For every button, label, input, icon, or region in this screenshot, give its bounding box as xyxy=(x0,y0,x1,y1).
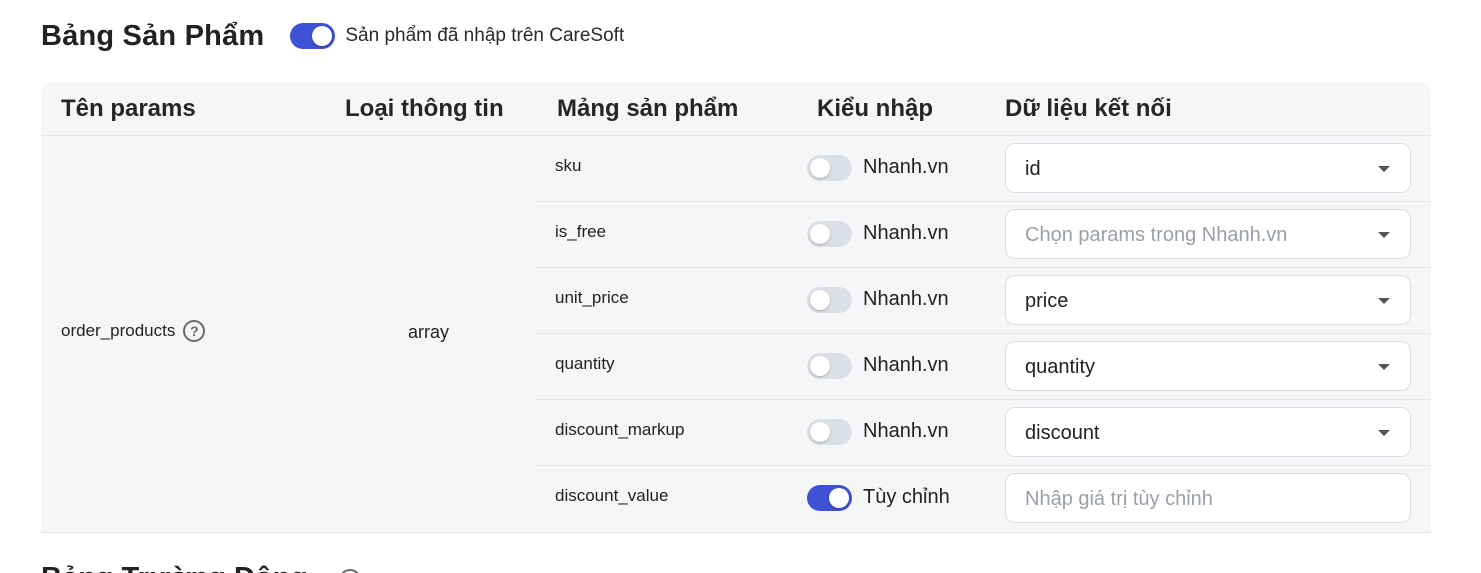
table-row: sku Nhanh.vn id xyxy=(535,136,1431,202)
placeholder-text: Chọn params trong Nhanh.vn xyxy=(1025,224,1288,246)
toggle-knob xyxy=(810,224,830,244)
input-mode-toggle[interactable] xyxy=(807,287,852,313)
table-header: Tên params Loại thông tin Mảng sản phẩm … xyxy=(41,82,1431,136)
input-mode-label: Tùy chỉnh xyxy=(863,486,950,508)
column-header-input-mode: Kiểu nhập xyxy=(817,95,934,122)
selected-value: discount xyxy=(1025,422,1100,444)
help-icon[interactable]: ? xyxy=(183,320,206,342)
input-mode-toggle[interactable] xyxy=(807,485,852,511)
selected-value: quantity xyxy=(1025,356,1096,378)
field-name: discount_value xyxy=(555,486,669,505)
section-header: Bảng Sản Phẩm Sản phẩm đã nhập trên Care… xyxy=(41,16,624,56)
field-name: sku xyxy=(555,156,582,175)
input-mode-toggle[interactable] xyxy=(807,353,852,379)
column-header-param-name: Tên params xyxy=(61,95,196,122)
column-header-product-array: Mảng sản phẩm xyxy=(557,95,739,122)
selected-value: price xyxy=(1025,290,1069,312)
column-header-linked-data: Dữ liệu kết nối xyxy=(1005,95,1172,122)
selected-value: id xyxy=(1025,158,1041,180)
caret-down-icon xyxy=(1378,232,1390,238)
product-field-rows: sku Nhanh.vn id is_free Nhanh.vn Chọn params … xyxy=(535,136,1431,532)
field-name: discount_markup xyxy=(555,420,685,439)
toggle-knob xyxy=(810,290,830,310)
input-mode-toggle[interactable] xyxy=(807,155,852,181)
placeholder-text: Nhập giá trị tùy chỉnh xyxy=(1025,488,1213,510)
table-row: is_free Nhanh.vn Chọn params trong Nhanh.v… xyxy=(535,202,1431,268)
table-row: discount_markup Nhanh.vn discount xyxy=(535,400,1431,466)
caresoft-products-toggle-label: Sản phẩm đã nhập trên CareSoft xyxy=(345,25,625,46)
param-name-cell: order_products ? xyxy=(61,320,206,342)
input-mode-label: Nhanh.vn xyxy=(863,420,949,442)
toggle-knob xyxy=(829,488,849,508)
page-title: Bảng Sản Phẩm xyxy=(41,19,265,52)
caresoft-products-toggle[interactable] xyxy=(290,23,336,49)
linked-data-select[interactable]: Chọn params trong Nhanh.vn xyxy=(1005,209,1411,259)
field-name: is_free xyxy=(555,222,607,241)
product-mapping-table: Tên params Loại thông tin Mảng sản phẩm … xyxy=(41,82,1431,533)
field-name: quantity xyxy=(555,354,615,373)
linked-data-select[interactable]: price xyxy=(1005,275,1411,325)
input-mode-label: Nhanh.vn xyxy=(863,222,949,244)
next-section-title: Bảng Trường Động xyxy=(41,562,308,573)
caresoft-products-toggle-group: Sản phẩm đã nhập trên CareSoft xyxy=(290,23,624,49)
toggle-knob xyxy=(810,422,830,442)
caret-down-icon xyxy=(1378,298,1390,304)
linked-data-select[interactable]: discount xyxy=(1005,407,1411,457)
linked-data-select[interactable]: quantity xyxy=(1005,341,1411,391)
caret-down-icon xyxy=(1378,430,1390,436)
input-mode-label: Nhanh.vn xyxy=(863,354,949,376)
custom-value-input[interactable]: Nhập giá trị tùy chỉnh xyxy=(1005,473,1411,523)
help-icon[interactable] xyxy=(339,569,361,573)
table-row: unit_price Nhanh.vn price xyxy=(535,268,1431,334)
param-type: array xyxy=(408,322,450,342)
toggle-knob xyxy=(312,26,333,46)
column-header-info-type: Loại thông tin xyxy=(345,95,504,122)
field-name: unit_price xyxy=(555,288,629,307)
input-mode-toggle[interactable] xyxy=(807,419,852,445)
caret-down-icon xyxy=(1378,364,1390,370)
input-mode-toggle[interactable] xyxy=(807,221,852,247)
input-mode-label: Nhanh.vn xyxy=(863,156,949,178)
toggle-knob xyxy=(810,356,830,376)
toggle-knob xyxy=(810,158,830,178)
linked-data-select[interactable]: id xyxy=(1005,143,1411,193)
caret-down-icon xyxy=(1378,166,1390,172)
table-row: discount_value Tùy chỉnh Nhập giá trị tùy … xyxy=(535,466,1431,532)
param-name: order_products xyxy=(61,321,176,340)
input-mode-label: Nhanh.vn xyxy=(863,288,949,310)
table-row: quantity Nhanh.vn quantity xyxy=(535,334,1431,400)
